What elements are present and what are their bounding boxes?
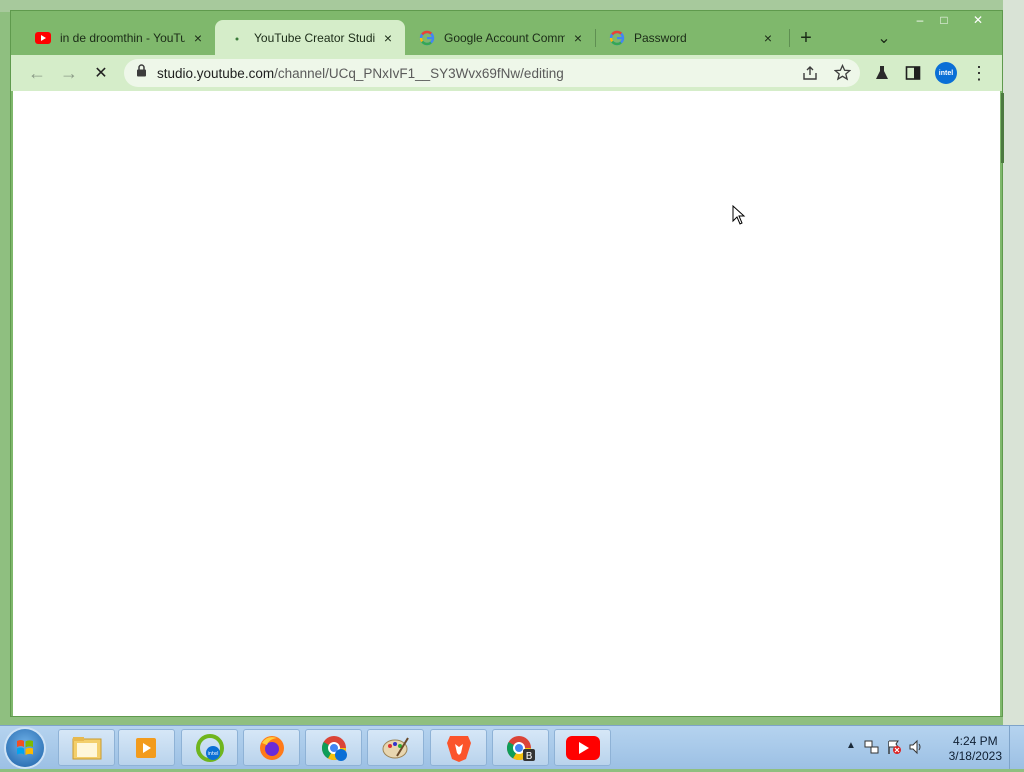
bookmark-star-icon[interactable] xyxy=(833,63,852,86)
close-window-button[interactable]: ✕ xyxy=(966,13,990,27)
taskbar-file-explorer[interactable] xyxy=(58,729,115,766)
system-tray: ▲ 4:24 PM 3/18/2023 xyxy=(834,726,1024,769)
scrollbar-thumb[interactable] xyxy=(1001,93,1004,163)
chrome-icon xyxy=(321,735,347,761)
labs-flask-icon[interactable] xyxy=(870,61,894,85)
taskbar-intel-driver-assistant[interactable]: intel xyxy=(181,729,238,766)
tab-youtube-video[interactable]: in de droomthin - YouTube × xyxy=(21,20,215,55)
intel-assistant-icon: intel xyxy=(195,733,224,762)
paint-palette-icon xyxy=(382,736,409,758)
url-host: studio.youtube.com xyxy=(157,65,275,81)
close-tab-icon[interactable]: × xyxy=(761,31,775,45)
folder-icon xyxy=(72,736,101,759)
google-icon xyxy=(419,30,435,46)
media-player-icon xyxy=(135,737,156,758)
share-icon[interactable] xyxy=(802,65,818,86)
windows-logo-icon xyxy=(17,740,33,755)
show-hidden-icons-icon[interactable]: ▲ xyxy=(846,740,856,751)
page-content-area[interactable] xyxy=(13,91,1000,716)
svg-text:intel: intel xyxy=(207,751,218,757)
tab-label: Google Account Comm xyxy=(444,30,565,45)
taskbar-media-player[interactable] xyxy=(118,729,175,766)
back-button[interactable]: ← xyxy=(25,61,49,85)
mouse-cursor-icon xyxy=(732,204,746,230)
firefox-icon xyxy=(259,735,284,760)
taskbar-youtube[interactable] xyxy=(554,729,611,766)
tab-creator-studio[interactable]: YouTube Creator Studio × xyxy=(215,20,405,55)
browser-toolbar: ← → ✕ studio.youtube.com/channel/UCq_PNx… xyxy=(11,55,1002,91)
svg-text:B: B xyxy=(525,751,532,762)
tab-google-account[interactable]: Google Account Comm × xyxy=(405,20,595,55)
system-clock[interactable]: 4:24 PM 3/18/2023 xyxy=(949,734,1002,764)
loading-dot-icon xyxy=(229,30,245,46)
profile-avatar[interactable]: intel xyxy=(934,61,958,85)
taskbar: intel B ▲ 4:24 PM 3/18/2023 xyxy=(0,725,1024,769)
tab-separator xyxy=(789,29,790,47)
action-center-flag-icon[interactable] xyxy=(886,739,902,760)
url-path: /channel/UCq_PNxIvF1__SY3Wvx69fNw/editin… xyxy=(274,65,564,81)
close-tab-icon[interactable]: × xyxy=(191,31,205,45)
close-tab-icon[interactable]: × xyxy=(571,31,585,45)
minimize-button[interactable]: – xyxy=(908,13,932,27)
browser-window: – □ ✕ in de droomthin - YouTube × YouTub… xyxy=(10,10,1004,717)
tab-password[interactable]: Password × xyxy=(595,20,785,55)
tab-search-button[interactable]: ⌄ xyxy=(872,28,896,48)
google-icon xyxy=(609,30,625,46)
forward-button[interactable]: → xyxy=(57,61,81,85)
new-tab-button[interactable]: + xyxy=(794,27,818,49)
taskbar-brave[interactable] xyxy=(430,729,487,766)
tab-label: in de droomthin - YouTube xyxy=(60,30,185,45)
brave-lion-icon xyxy=(446,735,471,762)
tab-strip: – □ ✕ in de droomthin - YouTube × YouTub… xyxy=(11,11,1002,55)
menu-kebab-icon[interactable]: ⋮ xyxy=(967,61,991,85)
profile-label: intel xyxy=(935,62,957,84)
chrome-b-icon: B xyxy=(506,735,535,762)
tab-label: Password xyxy=(634,30,687,45)
clock-time: 4:24 PM xyxy=(952,734,998,748)
url-text[interactable]: studio.youtube.com/channel/UCq_PNxIvF1__… xyxy=(157,66,564,81)
taskbar-paint[interactable] xyxy=(367,729,424,766)
restore-button[interactable]: □ xyxy=(932,13,956,27)
network-icon[interactable] xyxy=(864,739,880,760)
youtube-icon xyxy=(35,30,51,46)
lock-icon[interactable] xyxy=(136,64,147,82)
taskbar-chrome-intel[interactable] xyxy=(305,729,362,766)
address-bar[interactable]: studio.youtube.com/channel/UCq_PNxIvF1__… xyxy=(124,59,860,87)
stop-loading-button[interactable]: ✕ xyxy=(89,61,113,85)
volume-icon[interactable] xyxy=(908,739,924,760)
desktop-background-edge xyxy=(1003,0,1024,725)
taskbar-firefox[interactable] xyxy=(243,729,300,766)
show-desktop-button[interactable] xyxy=(1009,726,1024,769)
taskbar-chrome-b[interactable]: B xyxy=(492,729,549,766)
tab-label: YouTube Creator Studio xyxy=(254,30,375,45)
close-tab-icon[interactable]: × xyxy=(381,31,395,45)
clock-date: 3/18/2023 xyxy=(948,749,1002,763)
youtube-app-icon xyxy=(565,735,600,760)
side-panel-icon[interactable] xyxy=(901,61,925,85)
start-button[interactable] xyxy=(6,729,44,767)
